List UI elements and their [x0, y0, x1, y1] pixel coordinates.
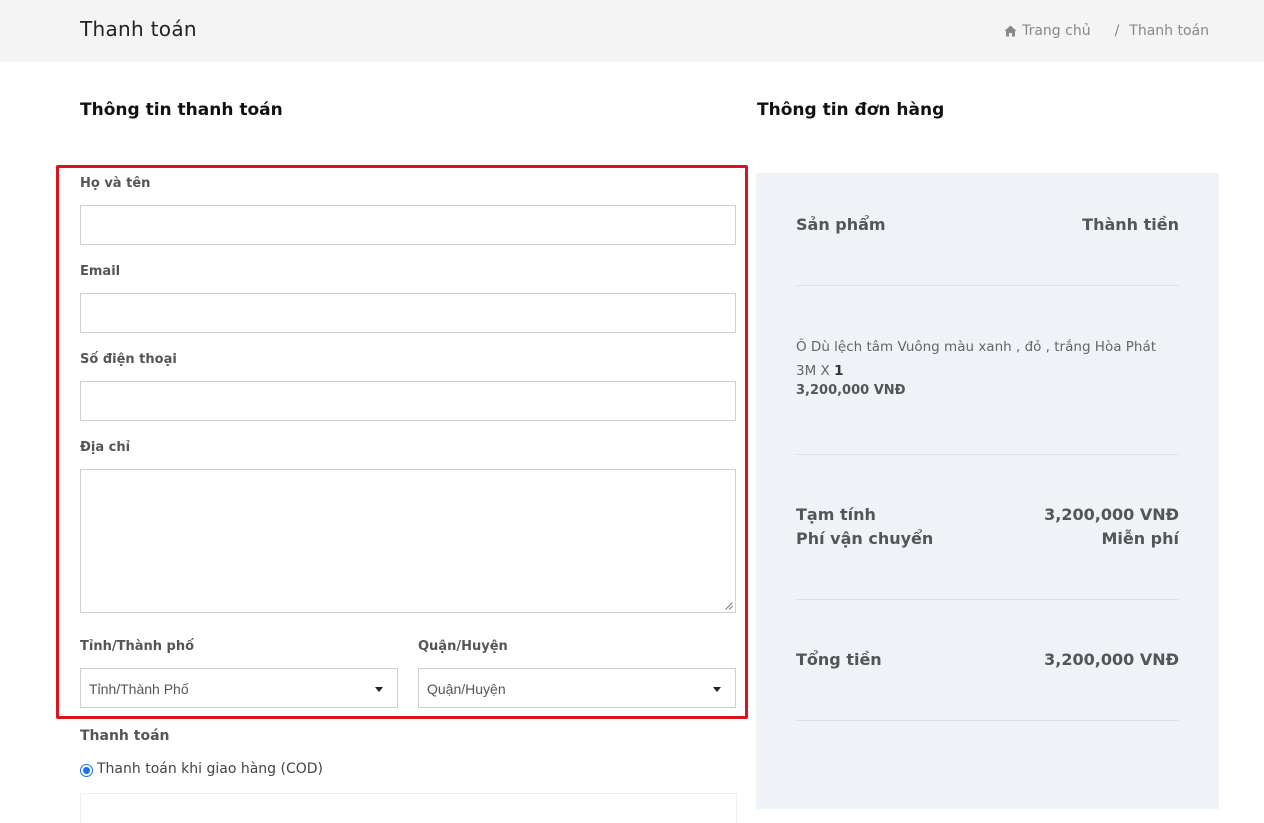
qty-prefix: X: [820, 363, 830, 379]
breadcrumb: Trang chủ / Thanh toán: [1004, 23, 1209, 39]
subtotal-label: Tạm tính: [796, 505, 876, 524]
subtotal-value: 3,200,000 VNĐ: [1044, 505, 1179, 524]
total-value: 3,200,000 VNĐ: [1044, 650, 1179, 669]
shipping-label: Phí vận chuyển: [796, 529, 934, 548]
payment-label: Thanh toán: [80, 728, 170, 744]
order-section-title: Thông tin đơn hàng: [757, 100, 945, 120]
province-select[interactable]: Tỉnh/Thành Phố: [80, 668, 398, 708]
col-total-header: Thành tiền: [1082, 215, 1179, 234]
breadcrumb-home-link[interactable]: Trang chủ: [1022, 23, 1090, 39]
shipping-value: Miễn phí: [1101, 529, 1179, 548]
divider: [796, 599, 1179, 600]
product-name: Ô Dù lệch tâm Vuông màu xanh , đỏ , trắn…: [796, 335, 1166, 383]
breadcrumb-current: Thanh toán: [1129, 23, 1209, 39]
top-bar: Thanh toán Trang chủ / Thanh toán: [0, 0, 1264, 62]
chevron-down-icon: [375, 687, 383, 692]
total-label: Tổng tiền: [796, 650, 882, 669]
form-highlight-frame: [56, 165, 748, 719]
email-field[interactable]: [80, 293, 736, 333]
payment-details-box: [80, 793, 737, 823]
province-label: Tỉnh/Thành phố: [80, 639, 195, 654]
product-name-text: Ô Dù lệch tâm Vuông màu xanh , đỏ , trắn…: [796, 339, 1157, 379]
col-product-header: Sản phẩm: [796, 215, 886, 234]
order-summary-panel: Sản phẩm Thành tiền Ô Dù lệch tâm Vuông …: [756, 173, 1219, 809]
district-label: Quận/Huyện: [418, 639, 508, 654]
product-price: 3,200,000 VNĐ: [796, 383, 906, 398]
phone-label: Số điện thoại: [80, 352, 177, 367]
home-icon: [1004, 25, 1017, 37]
page-title: Thanh toán: [80, 17, 197, 41]
divider: [796, 454, 1179, 455]
address-label: Địa chỉ: [80, 440, 131, 455]
address-textarea[interactable]: [80, 469, 736, 613]
name-field[interactable]: [80, 205, 736, 245]
product-qty: 1: [834, 363, 844, 379]
email-label: Email: [80, 264, 121, 279]
province-selected-value: Tỉnh/Thành Phố: [89, 681, 189, 697]
divider: [796, 285, 1179, 286]
breadcrumb-separator: /: [1114, 23, 1120, 39]
billing-section-title: Thông tin thanh toán: [80, 100, 283, 120]
chevron-down-icon: [713, 687, 721, 692]
divider: [796, 720, 1179, 721]
cod-radio-label[interactable]: Thanh toán khi giao hàng (COD): [97, 761, 323, 777]
cod-radio[interactable]: [80, 764, 93, 777]
district-select[interactable]: Quận/Huyện: [418, 668, 736, 708]
resize-handle-icon[interactable]: [725, 602, 733, 610]
phone-field[interactable]: [80, 381, 736, 421]
name-label: Họ và tên: [80, 176, 151, 191]
district-selected-value: Quận/Huyện: [427, 681, 506, 697]
